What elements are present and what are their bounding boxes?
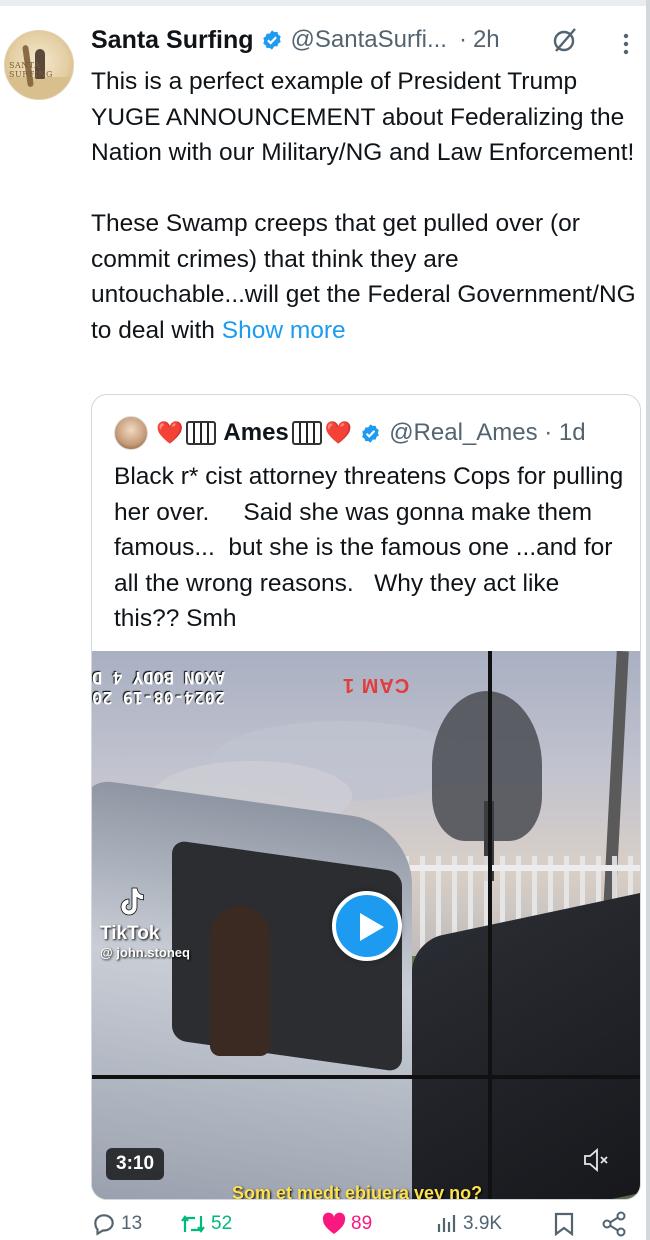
retweet-icon — [181, 1215, 205, 1233]
views-chart-icon — [437, 1215, 456, 1232]
heart-emoji-icon-2: ❤️ — [324, 420, 353, 446]
tweet-text: This is a perfect example of President T… — [91, 64, 636, 348]
bookmark-button[interactable] — [553, 1208, 579, 1240]
bodycam-cam-label: CAM 1 — [342, 674, 410, 696]
tiktok-username: @ john.stoneq — [100, 945, 190, 960]
reply-icon — [94, 1214, 114, 1236]
bookmark-icon — [554, 1212, 574, 1237]
grok-icon[interactable] — [551, 26, 579, 54]
piano-emoji-icon — [186, 421, 217, 445]
tiktok-watermark: TikTok @ john.stoneq — [100, 886, 190, 960]
bodycam-timestamp: 2024-08-19 20 AXON BODY 4 D — [92, 667, 225, 707]
handle[interactable]: @SantaSurfi... — [291, 26, 447, 54]
quote-display-name[interactable]: Ames — [223, 419, 288, 447]
quote-text: Black r* cist attorney threatens Cops fo… — [114, 463, 631, 632]
avatar[interactable]: SANTA SURFING — [4, 30, 74, 100]
share-icon — [602, 1211, 626, 1237]
tweet-card[interactable]: SANTA SURFING Santa Surfing @SantaSurfi.… — [0, 8, 646, 1240]
video-seam-horizontal — [92, 1075, 640, 1079]
top-divider — [0, 0, 650, 6]
reply-count: 13 — [121, 1213, 143, 1234]
more-options-icon[interactable] — [616, 30, 636, 58]
quote-handle[interactable]: @Real_Ames · 1d — [389, 419, 585, 447]
retweet-count: 52 — [211, 1213, 233, 1234]
retweet-button[interactable]: 52 — [179, 1208, 232, 1240]
share-button[interactable] — [601, 1208, 631, 1240]
like-button[interactable]: 89 — [321, 1208, 372, 1240]
heart-emoji-icon: ❤️ — [156, 420, 184, 446]
separator-dot: · — [458, 26, 467, 53]
video-player[interactable]: 2024-08-19 20 AXON BODY 4 D CAM 1 TikTok… — [92, 651, 640, 1199]
avatar-sand — [5, 77, 73, 99]
views-count: 3.9K — [463, 1213, 503, 1234]
show-more-link[interactable]: Show more — [222, 317, 346, 344]
video-duration: 3:10 — [106, 1148, 165, 1180]
quote-verified-badge-icon[interactable] — [360, 423, 381, 444]
mute-icon[interactable] — [582, 1147, 610, 1173]
timestamp[interactable]: 2h — [473, 26, 500, 54]
quote-header: ❤️ Ames ❤️ @Real_Ames · 1d — [114, 415, 586, 451]
video-seam-vertical — [488, 651, 492, 1199]
quoted-tweet[interactable]: ❤️ Ames ❤️ @Real_Ames · 1d Black r* cist… — [91, 394, 641, 1200]
tiktok-logo-icon — [120, 887, 144, 916]
video-caption: Som et medt ebiuera vey no? — [232, 1183, 483, 1199]
verified-badge-icon[interactable] — [261, 29, 283, 51]
tweet-header: Santa Surfing @SantaSurfi... · 2h — [91, 24, 500, 56]
video-driver — [210, 906, 270, 1056]
quote-avatar[interactable] — [114, 416, 148, 450]
like-count: 89 — [351, 1213, 373, 1234]
reply-button[interactable]: 13 — [91, 1208, 142, 1240]
bodycam-stamp-line-1: 2024-08-19 20 — [92, 687, 226, 707]
views-button[interactable]: 3.9K — [435, 1208, 502, 1240]
scrollbar-track[interactable] — [646, 0, 650, 1240]
display-name[interactable]: Santa Surfing — [91, 26, 254, 55]
play-button[interactable] — [332, 891, 402, 961]
heart-icon — [322, 1212, 346, 1234]
piano-emoji-icon-2 — [291, 421, 322, 445]
action-bar: 13 52 89 3.9K — [91, 1208, 631, 1240]
tweet-body: This is a perfect example of President T… — [91, 68, 636, 344]
play-icon — [360, 913, 384, 941]
tiktok-brand: TikTok — [100, 923, 160, 944]
bodycam-stamp-line-2: AXON BODY 4 D — [92, 667, 226, 687]
avatar-logo-text: SANTA SURFING — [9, 61, 53, 79]
